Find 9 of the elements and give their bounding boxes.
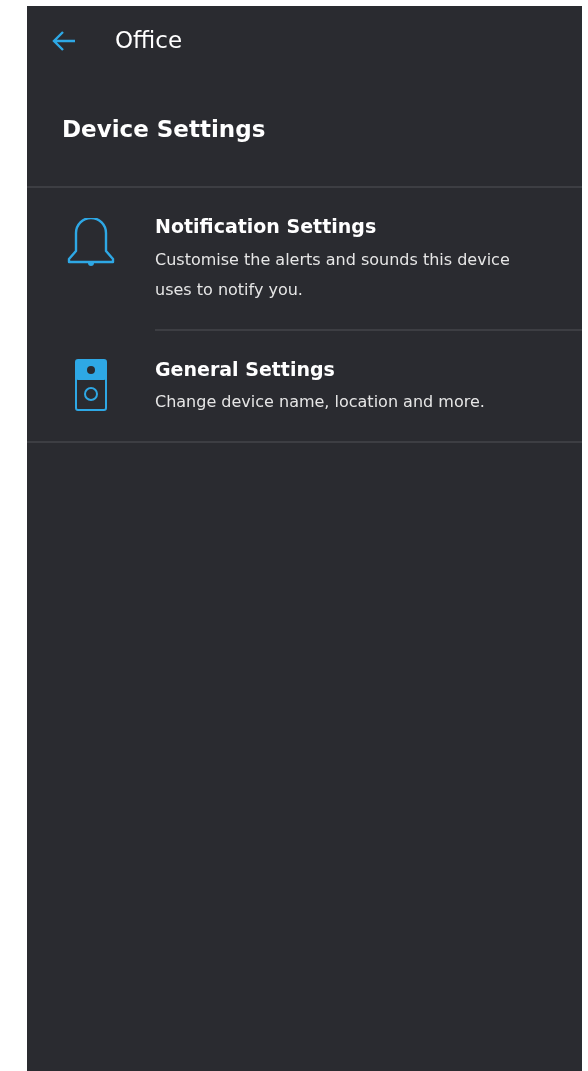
section-title: Device Settings	[61, 115, 267, 144]
back-arrow-icon	[51, 29, 77, 52]
item-title[interactable]: General Settings	[155, 354, 582, 383]
item-title[interactable]: Notification Settings	[155, 212, 582, 241]
screen-title: Office	[115, 25, 183, 55]
bell-icon	[67, 218, 115, 268]
item-description: Customise the alerts and sounds this device uses to notify you.	[155, 248, 511, 301]
item-description: Change device name, location and more.	[155, 391, 486, 413]
doorbell-icon	[75, 358, 107, 411]
